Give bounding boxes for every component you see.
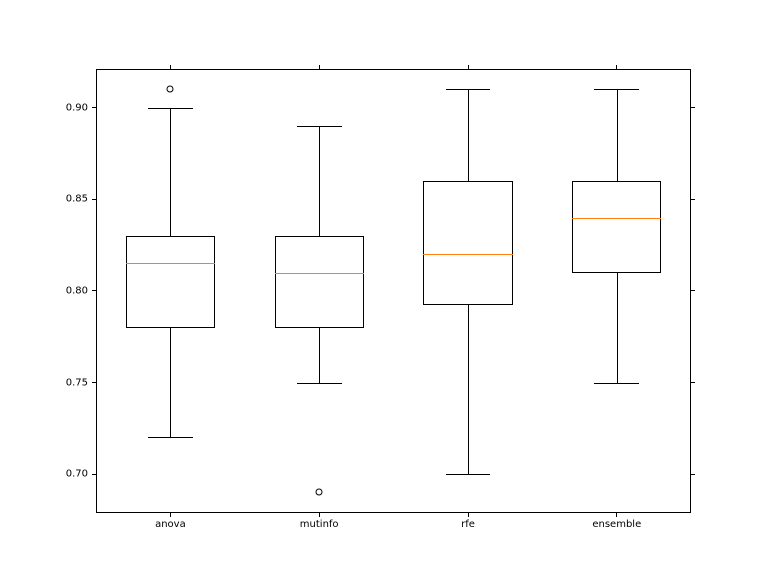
median-rfe — [423, 254, 512, 255]
ytick-label: 0.85 — [0, 194, 88, 205]
cap-upper-ensemble — [594, 89, 639, 90]
box-rfe — [423, 181, 512, 305]
ytick-label: 0.75 — [0, 377, 88, 388]
median-ensemble — [572, 218, 661, 219]
xtick-label: anova — [110, 519, 230, 530]
cap-lower-mutinfo — [297, 383, 342, 384]
xtick-mark — [319, 65, 320, 69]
whisker-lower-mutinfo — [319, 328, 320, 383]
cap-lower-rfe — [446, 474, 491, 475]
ytick-mark — [92, 382, 96, 383]
ytick-mark — [691, 199, 695, 200]
ytick-mark — [92, 290, 96, 291]
box-ensemble — [572, 181, 661, 273]
ytick-label: 0.70 — [0, 469, 88, 480]
xtick-mark — [170, 513, 171, 517]
median-mutinfo — [275, 273, 364, 274]
cap-upper-mutinfo — [297, 126, 342, 127]
ytick-mark — [691, 107, 695, 108]
whisker-upper-anova — [170, 108, 171, 236]
ytick-label: 0.80 — [0, 285, 88, 296]
ytick-mark — [691, 382, 695, 383]
xtick-mark — [616, 65, 617, 69]
box-mutinfo — [275, 236, 364, 328]
outlier-anova-0 — [167, 86, 174, 93]
xtick-mark — [616, 513, 617, 517]
xtick-mark — [170, 65, 171, 69]
ytick-mark — [92, 199, 96, 200]
xtick-mark — [468, 65, 469, 69]
xtick-label: rfe — [408, 519, 528, 530]
cap-upper-rfe — [446, 89, 491, 90]
ytick-mark — [691, 474, 695, 475]
whisker-upper-mutinfo — [319, 126, 320, 236]
xtick-label: ensemble — [557, 519, 677, 530]
whisker-lower-anova — [170, 328, 171, 438]
whisker-lower-rfe — [468, 305, 469, 475]
ytick-mark — [691, 290, 695, 291]
ytick-mark — [92, 107, 96, 108]
cap-upper-anova — [148, 108, 193, 109]
xtick-mark — [319, 513, 320, 517]
whisker-upper-rfe — [468, 89, 469, 181]
outlier-mutinfo-0 — [316, 489, 323, 496]
box-anova — [126, 236, 215, 328]
xtick-label: mutinfo — [259, 519, 379, 530]
median-anova — [126, 263, 215, 264]
whisker-lower-ensemble — [617, 273, 618, 383]
cap-lower-anova — [148, 437, 193, 438]
figure: 0.70 0.75 0.80 0.85 0.90 anova mutinfo rfe ensem… — [0, 0, 768, 576]
ytick-label: 0.90 — [0, 102, 88, 113]
ytick-mark — [92, 474, 96, 475]
whisker-upper-ensemble — [617, 89, 618, 181]
cap-lower-ensemble — [594, 383, 639, 384]
xtick-mark — [468, 513, 469, 517]
